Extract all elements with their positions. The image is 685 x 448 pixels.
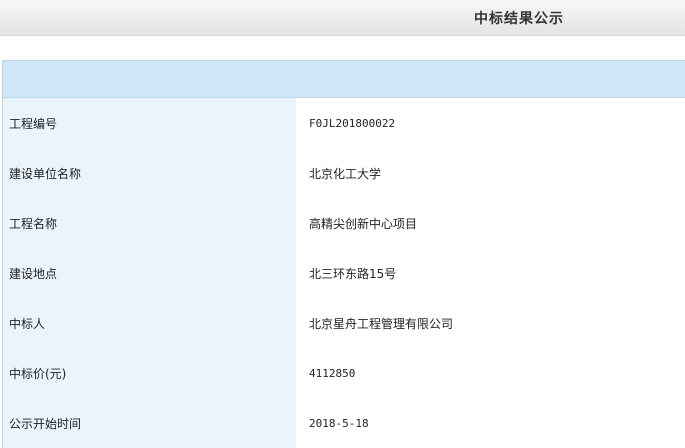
row-label-bid-price: 中标价(元) bbox=[3, 348, 296, 398]
row-value-owner: 北京化工大学 bbox=[296, 148, 685, 198]
row-value-winner: 北京星舟工程管理有限公司 bbox=[296, 298, 685, 348]
table-row: 工程编号 F0JL201800022 bbox=[3, 98, 685, 148]
table-row: 建设地点 北三环东路15号 bbox=[3, 248, 685, 298]
row-label-location: 建设地点 bbox=[3, 248, 296, 298]
table-row: 公示开始时间 2018-5-18 bbox=[3, 398, 685, 448]
row-value-location: 北三环东路15号 bbox=[296, 248, 685, 298]
title-bar: 中标结果公示 bbox=[0, 0, 685, 36]
table-row: 工程名称 高精尖创新中心项目 bbox=[3, 198, 685, 248]
row-label-publish-start: 公示开始时间 bbox=[3, 398, 296, 448]
row-label-owner: 建设单位名称 bbox=[3, 148, 296, 198]
table-header bbox=[3, 61, 685, 98]
row-label-winner: 中标人 bbox=[3, 298, 296, 348]
table-row: 中标价(元) 4112850 bbox=[3, 348, 685, 398]
table-row: 建设单位名称 北京化工大学 bbox=[3, 148, 685, 198]
row-value-bid-price: 4112850 bbox=[296, 348, 685, 398]
row-value-project-name: 高精尖创新中心项目 bbox=[296, 198, 685, 248]
bid-result-table: 工程编号 F0JL201800022 建设单位名称 北京化工大学 工程名称 高精… bbox=[2, 60, 685, 448]
row-label-project-number: 工程编号 bbox=[3, 98, 296, 148]
row-value-project-number: F0JL201800022 bbox=[296, 98, 685, 148]
row-value-publish-start: 2018-5-18 bbox=[296, 398, 685, 448]
table-row: 中标人 北京星舟工程管理有限公司 bbox=[3, 298, 685, 348]
page-title: 中标结果公示 bbox=[474, 11, 564, 27]
row-label-project-name: 工程名称 bbox=[3, 198, 296, 248]
